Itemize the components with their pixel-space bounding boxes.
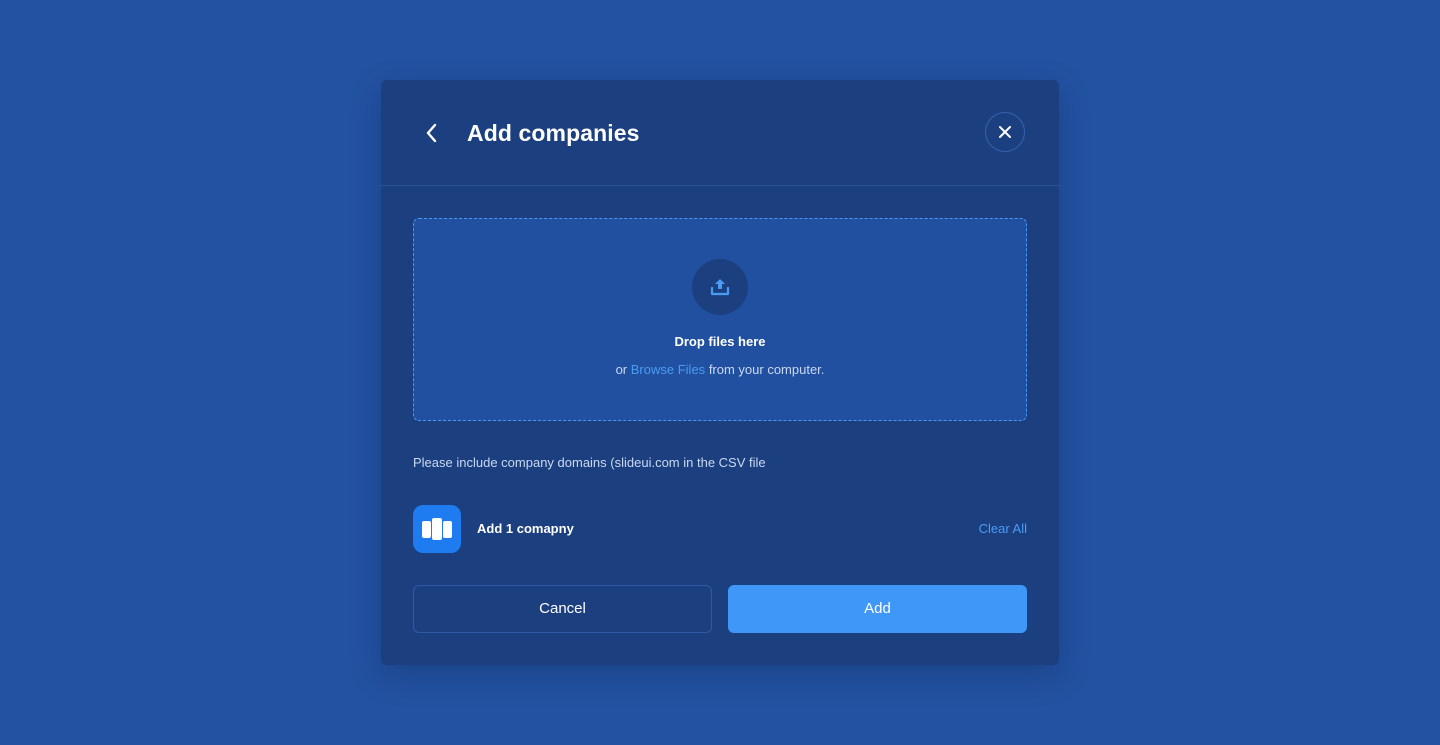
cancel-button[interactable]: Cancel — [413, 585, 712, 633]
add-button[interactable]: Add — [728, 585, 1027, 633]
chevron-left-icon — [426, 123, 437, 143]
modal-title: Add companies — [467, 120, 640, 146]
company-logo — [413, 505, 461, 553]
close-button[interactable] — [985, 112, 1025, 152]
upload-icon — [710, 279, 730, 296]
close-icon — [999, 126, 1011, 138]
dropzone-prefix: or — [615, 362, 628, 377]
file-dropzone[interactable] — [413, 218, 1027, 421]
clear-all-link[interactable]: Clear All — [927, 519, 1027, 539]
add-button-label: Add — [864, 600, 891, 617]
csv-hint-text: Please include company domains (slideui.… — [413, 455, 766, 470]
company-logo-icon — [422, 518, 452, 540]
browse-files-link[interactable]: Browse Files — [631, 362, 705, 377]
upload-button[interactable] — [692, 259, 748, 315]
back-button[interactable] — [418, 118, 446, 148]
dropzone-subtitle: or Browse Files from your computer. — [413, 360, 1027, 380]
cancel-button-label: Cancel — [539, 600, 586, 617]
dropzone-suffix: from your computer. — [708, 362, 825, 377]
selected-count-label: Add 1 comapny — [477, 521, 574, 536]
dropzone-title: Drop files here — [674, 334, 766, 349]
